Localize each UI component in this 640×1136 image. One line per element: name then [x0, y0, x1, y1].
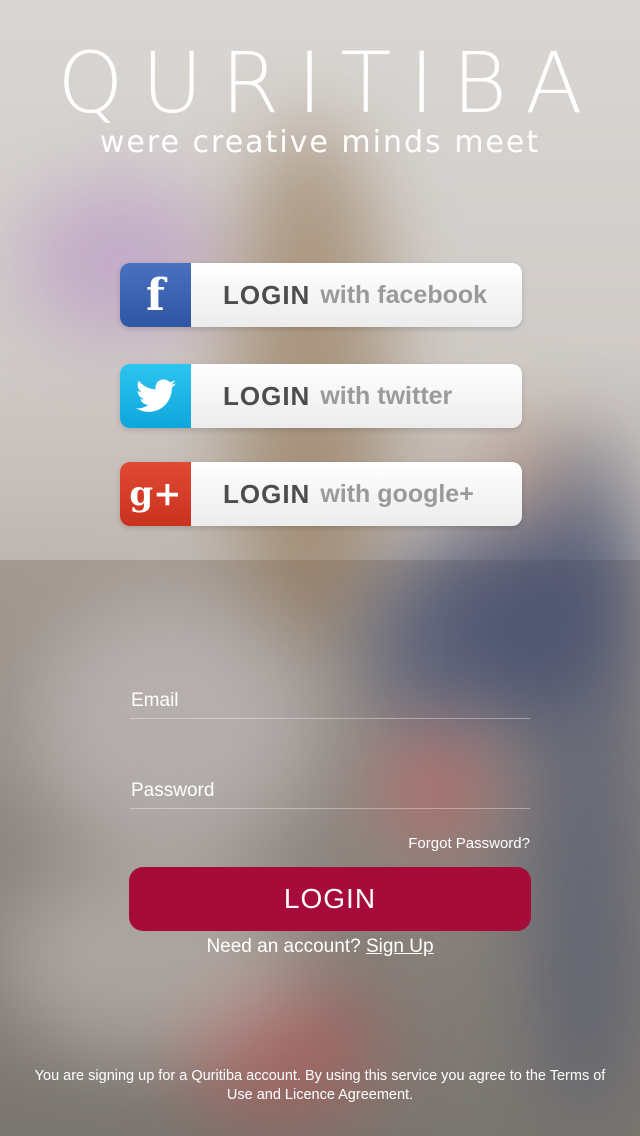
need-account-text: Need an account?: [206, 936, 361, 957]
google-login-label: LOGIN: [223, 478, 311, 509]
password-field[interactable]: [130, 774, 531, 808]
twitter-bird-icon: [120, 364, 191, 428]
signup-prompt: Need an account? Sign Up: [0, 936, 640, 958]
sign-up-link[interactable]: Sign Up: [366, 936, 434, 957]
email-field[interactable]: [130, 684, 531, 718]
password-field-wrapper: [130, 774, 531, 809]
facebook-icon: f: [120, 263, 191, 327]
login-button[interactable]: LOGIN: [129, 867, 531, 931]
login-twitter-button[interactable]: LOGIN with twitter: [120, 364, 522, 428]
brand-title: QURITIBA: [57, 34, 601, 132]
google-plus-icon: g+: [120, 462, 191, 526]
email-field-wrapper: [130, 684, 531, 719]
login-facebook-button[interactable]: f LOGIN with facebook: [120, 263, 522, 327]
forgot-password-link[interactable]: Forgot Password?: [408, 835, 530, 852]
twitter-login-label: LOGIN: [223, 380, 311, 411]
brand-logo: QURITIBA were creative minds meet: [0, 36, 640, 160]
facebook-with-label: with facebook: [320, 280, 488, 309]
background-photo: [0, 0, 640, 1136]
login-google-button[interactable]: g+ LOGIN with google+: [120, 462, 522, 526]
terms-notice: You are signing up for a Quritiba accoun…: [34, 1068, 606, 1103]
twitter-with-label: with twitter: [320, 381, 453, 410]
google-with-label: with google+: [320, 479, 474, 508]
facebook-login-label: LOGIN: [223, 279, 311, 310]
